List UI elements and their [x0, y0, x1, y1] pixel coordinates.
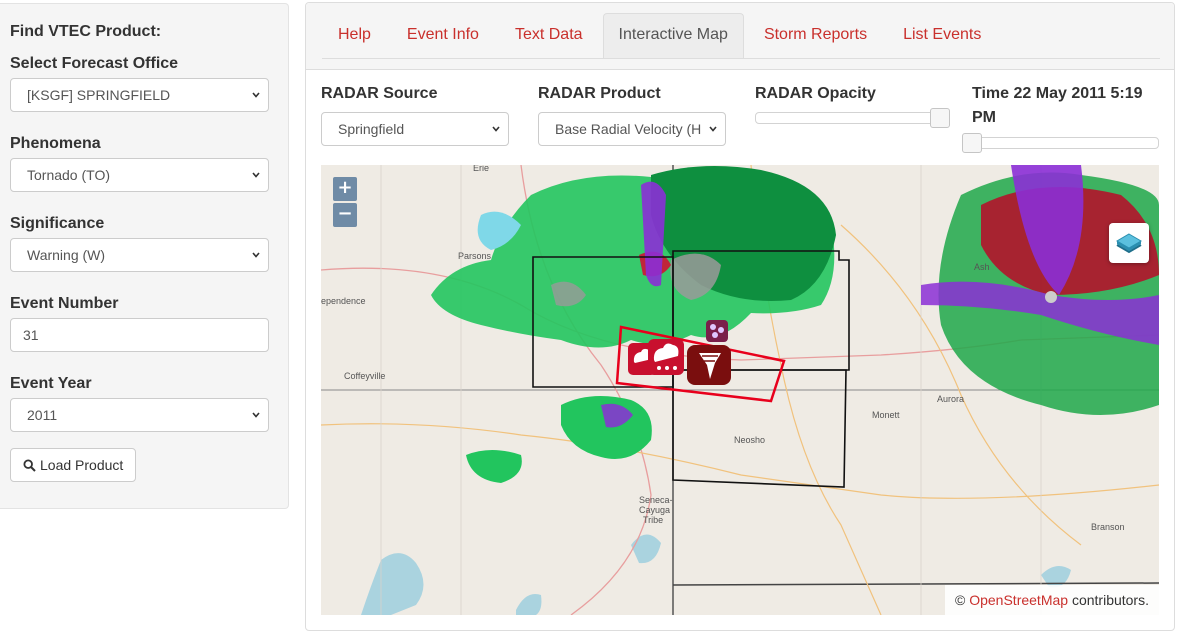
event-year-select[interactable]: 2011	[10, 398, 269, 432]
tab-interactive-map[interactable]: Interactive Map	[602, 13, 744, 58]
place-label-cayuga: Cayuga	[639, 505, 671, 515]
map-attribution: © OpenStreetMap contributors.	[945, 585, 1159, 615]
load-product-label: Load Product	[40, 457, 124, 473]
chevron-down-icon	[252, 92, 260, 98]
time-slider[interactable]	[962, 137, 1159, 149]
significance-select-value: Warning (W)	[27, 247, 106, 263]
lake-shape	[516, 594, 542, 615]
radar-source-value: Springfield	[338, 121, 405, 137]
search-icon	[23, 458, 36, 472]
chevron-down-icon	[252, 252, 260, 258]
radar-opacity-slider[interactable]	[755, 112, 950, 124]
phenomena-select-value: Tornado (TO)	[27, 167, 110, 183]
zoom-out-button[interactable]: −	[333, 203, 357, 227]
radar-echo	[466, 450, 522, 483]
attribution-prefix: ©	[955, 592, 966, 608]
event-number-input[interactable]: 31	[10, 318, 269, 352]
tab-event-info[interactable]: Event Info	[391, 13, 495, 57]
event-year-select-value: 2011	[27, 407, 58, 423]
place-label-erie: Erie	[473, 165, 490, 173]
phenomena-select[interactable]: Tornado (TO)	[10, 158, 269, 192]
radar-opacity-handle[interactable]	[930, 108, 950, 128]
zoom-control: + −	[333, 177, 357, 229]
radar-product-label: RADAR Product	[538, 85, 661, 102]
interactive-map[interactable]: Erie Parsons ependence Coffeyville Neosh…	[321, 165, 1159, 615]
office-select[interactable]: [KSGF] SPRINGFIELD	[10, 78, 269, 112]
lake-shape	[631, 534, 661, 564]
radar-source-label: RADAR Source	[321, 85, 438, 102]
place-label-independence: ependence	[321, 296, 366, 306]
place-label-aurora: Aurora	[937, 394, 965, 404]
layers-icon	[1116, 233, 1142, 254]
tab-bar: Help Event Info Text Data Interactive Ma…	[322, 13, 1160, 59]
flood-report-icon	[706, 320, 728, 342]
tab-text-data[interactable]: Text Data	[499, 13, 599, 57]
time-label: Time 22 May 2011 5:19 PM	[972, 85, 1143, 126]
radar-product-value: Base Radial Velocity (H	[555, 121, 702, 137]
significance-label: Significance	[10, 215, 105, 232]
tab-help[interactable]: Help	[322, 13, 387, 57]
radar-opacity-label: RADAR Opacity	[755, 85, 876, 102]
event-number-label: Event Number	[10, 295, 119, 312]
load-product-button[interactable]: Load Product	[10, 448, 137, 482]
radar-site	[1045, 291, 1057, 303]
openstreetmap-link[interactable]: OpenStreetMap	[969, 592, 1068, 608]
place-label-parsons: Parsons	[458, 251, 492, 261]
chevron-down-icon	[709, 126, 717, 132]
layer-switcher-button[interactable]	[1109, 223, 1149, 263]
lake-shape	[361, 553, 424, 615]
event-detail-panel: Help Event Info Text Data Interactive Ma…	[305, 2, 1175, 631]
time-slider-handle[interactable]	[962, 133, 982, 153]
event-year-label: Event Year	[10, 375, 92, 392]
county-outline	[672, 369, 847, 488]
tab-storm-reports[interactable]: Storm Reports	[748, 13, 883, 57]
radar-source-select[interactable]: Springfield	[321, 112, 509, 146]
attribution-suffix: contributors.	[1071, 592, 1149, 608]
place-label-coffeyville: Coffeyville	[344, 371, 386, 381]
map-canvas	[321, 165, 1159, 615]
place-label-monett: Monett	[872, 410, 900, 420]
panel-title: Find VTEC Product:	[10, 23, 162, 40]
place-label-ash: Ash	[974, 262, 990, 272]
zoom-in-button[interactable]: +	[333, 177, 357, 201]
office-select-value: [KSGF] SPRINGFIELD	[27, 87, 171, 103]
chevron-down-icon	[252, 172, 260, 178]
tab-list-events[interactable]: List Events	[887, 13, 997, 57]
tornado-report-icon	[687, 345, 731, 385]
hail-report-icon	[648, 339, 684, 375]
place-label-neosho: Neosho	[734, 435, 766, 445]
vtec-search-panel: Find VTEC Product: Select Forecast Offic…	[0, 3, 289, 509]
place-label-tribe: Tribe	[643, 515, 664, 525]
phenomena-label: Phenomena	[10, 135, 101, 152]
radar-product-select[interactable]: Base Radial Velocity (H	[538, 112, 726, 146]
place-label-seneca: Seneca-	[639, 495, 673, 505]
office-label: Select Forecast Office	[10, 55, 179, 72]
place-label-branson: Branson	[1091, 522, 1125, 532]
significance-select[interactable]: Warning (W)	[10, 238, 269, 272]
chevron-down-icon	[492, 126, 500, 132]
tab-header: Help Event Info Text Data Interactive Ma…	[306, 3, 1174, 70]
chevron-down-icon	[252, 412, 260, 418]
